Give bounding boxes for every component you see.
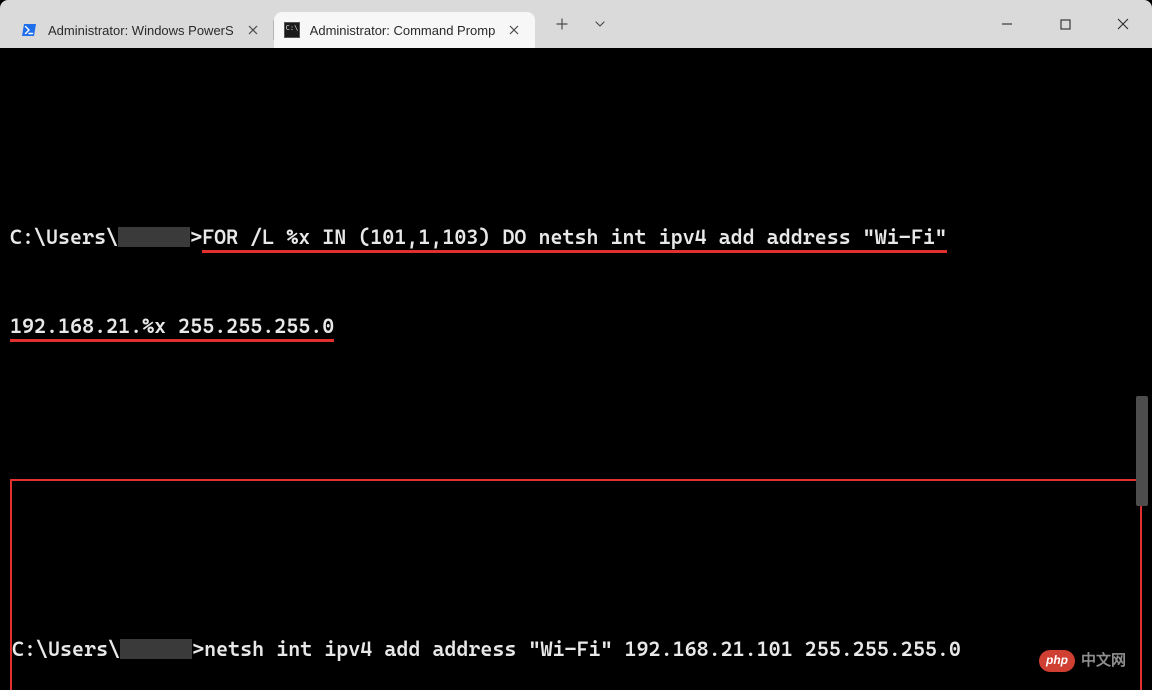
prompt-path: C:\Users\ — [12, 637, 120, 661]
tab-close-button[interactable] — [505, 21, 523, 39]
watermark-text: 中文网 — [1081, 650, 1126, 672]
command-text: 192.168.21.%x 255.255.255.0 — [10, 314, 334, 342]
close-button[interactable] — [1094, 0, 1152, 48]
command-text: FOR /L %x IN (101,1,103) DO netsh int ip… — [202, 225, 947, 253]
maximize-button[interactable] — [1036, 0, 1094, 48]
window-controls — [978, 0, 1152, 48]
annotation-box: C:\Users\ >netsh int ipv4 add address "Wi… — [10, 479, 1142, 690]
new-tab-button[interactable] — [545, 8, 579, 40]
titlebar-drag-region[interactable] — [623, 0, 978, 48]
tab-command-prompt[interactable]: Administrator: Command Promp — [274, 12, 536, 48]
cmd-icon — [284, 22, 300, 38]
prompt-suffix: > — [190, 225, 202, 249]
tab-title: Administrator: Command Promp — [310, 23, 496, 38]
terminal-block: C:\Users\ >netsh int ipv4 add address "Wi… — [12, 576, 1136, 690]
redacted-username — [118, 227, 190, 247]
tab-dropdown-button[interactable] — [583, 8, 617, 40]
minimize-button[interactable] — [978, 0, 1036, 48]
terminal-line: C:\Users\ >netsh int ipv4 add address "Wi… — [12, 635, 1136, 665]
tab-actions — [535, 0, 623, 48]
tab-close-button[interactable] — [244, 21, 262, 39]
prompt-suffix: > — [192, 637, 204, 661]
powershell-icon — [22, 22, 38, 38]
tab-strip: Administrator: Windows PowerS Administra… — [12, 0, 535, 48]
scrollbar-thumb[interactable] — [1136, 396, 1148, 506]
terminal-viewport[interactable]: C:\Users\>FOR /L %x IN (101,1,103) DO ne… — [0, 48, 1152, 690]
watermark: php 中文网 — [1039, 650, 1126, 672]
tab-title: Administrator: Windows PowerS — [48, 23, 234, 38]
tab-powershell[interactable]: Administrator: Windows PowerS — [12, 12, 274, 48]
command-text: netsh int ipv4 add address "Wi-Fi" 192.1… — [204, 637, 961, 661]
prompt-path: C:\Users\ — [10, 225, 118, 249]
redacted-username — [120, 639, 192, 659]
watermark-badge: php — [1039, 650, 1075, 671]
terminal-line: 192.168.21.%x 255.255.255.0 — [10, 312, 1142, 342]
scrollbar[interactable] — [1134, 96, 1150, 690]
titlebar: Administrator: Windows PowerS Administra… — [0, 0, 1152, 48]
terminal-line: C:\Users\ >FOR /L %x IN (101,1,103) DO ne… — [10, 223, 1142, 253]
